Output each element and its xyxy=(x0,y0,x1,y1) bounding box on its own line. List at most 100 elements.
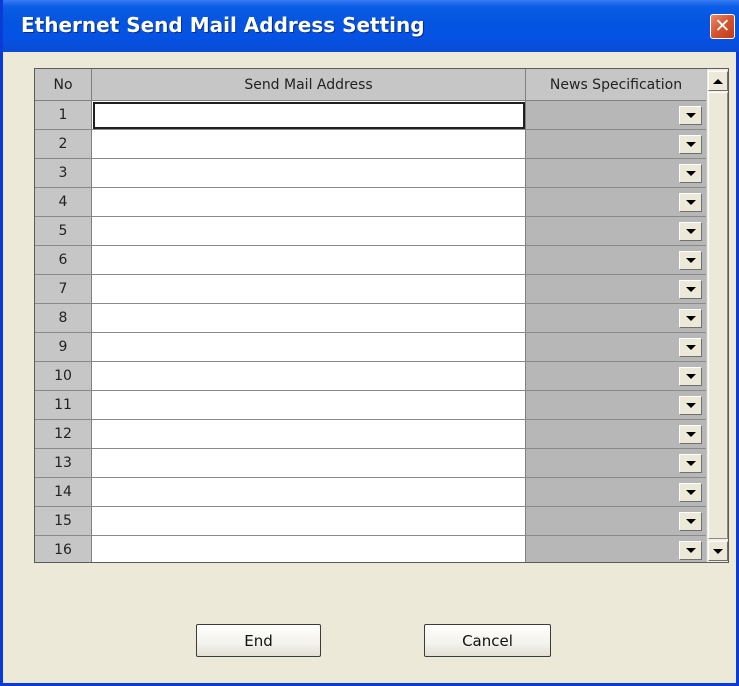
dropdown-button[interactable] xyxy=(679,483,702,502)
send-mail-address-cell[interactable] xyxy=(92,130,526,159)
dropdown-button[interactable] xyxy=(679,106,702,125)
column-header-news-specification[interactable]: News Specification xyxy=(526,69,706,100)
chevron-down-icon xyxy=(685,200,696,205)
table-row: 7 xyxy=(35,275,706,304)
news-specification-dropdown[interactable] xyxy=(526,362,706,391)
row-number-cell: 13 xyxy=(35,449,92,478)
row-number-cell: 12 xyxy=(35,420,92,449)
table-row: 10 xyxy=(35,362,706,391)
row-number-cell: 4 xyxy=(35,188,92,217)
news-specification-dropdown[interactable] xyxy=(526,101,706,130)
chevron-down-icon xyxy=(685,432,696,437)
row-number-cell: 3 xyxy=(35,159,92,188)
dropdown-button[interactable] xyxy=(679,338,702,357)
chevron-down-icon xyxy=(685,171,696,176)
close-button[interactable]: ✕ xyxy=(710,14,735,39)
news-specification-dropdown[interactable] xyxy=(526,275,706,304)
scroll-up-icon xyxy=(713,78,723,84)
table-row: 9 xyxy=(35,333,706,362)
send-mail-address-cell[interactable] xyxy=(92,188,526,217)
news-specification-dropdown[interactable] xyxy=(526,188,706,217)
row-number-cell: 11 xyxy=(35,391,92,420)
news-specification-dropdown[interactable] xyxy=(526,333,706,362)
send-mail-address-cell[interactable] xyxy=(92,449,526,478)
scroll-thumb[interactable] xyxy=(708,92,728,539)
title-bar[interactable]: Ethernet Send Mail Address Setting ✕ xyxy=(3,0,739,52)
news-specification-dropdown[interactable] xyxy=(526,130,706,159)
scroll-up-button[interactable] xyxy=(708,71,728,91)
column-header-no[interactable]: No xyxy=(35,69,92,100)
dropdown-button[interactable] xyxy=(679,396,702,415)
news-specification-dropdown[interactable] xyxy=(526,536,706,562)
send-mail-address-cell[interactable] xyxy=(92,159,526,188)
send-mail-address-cell[interactable] xyxy=(92,246,526,275)
table-row: 1 xyxy=(35,101,706,130)
table-row: 14 xyxy=(35,478,706,507)
dropdown-button[interactable] xyxy=(679,541,702,560)
table-row: 6 xyxy=(35,246,706,275)
scroll-down-button[interactable] xyxy=(708,541,728,561)
dropdown-button[interactable] xyxy=(679,193,702,212)
send-mail-address-cell[interactable] xyxy=(92,391,526,420)
row-number-cell: 15 xyxy=(35,507,92,536)
chevron-down-icon xyxy=(685,258,696,263)
column-header-send-mail-address[interactable]: Send Mail Address xyxy=(92,69,526,100)
send-mail-address-cell[interactable] xyxy=(92,275,526,304)
row-number-cell: 6 xyxy=(35,246,92,275)
news-specification-dropdown[interactable] xyxy=(526,217,706,246)
table-row: 3 xyxy=(35,159,706,188)
send-mail-address-cell[interactable] xyxy=(92,304,526,333)
news-specification-dropdown[interactable] xyxy=(526,478,706,507)
chevron-down-icon xyxy=(685,229,696,234)
send-mail-address-cell[interactable] xyxy=(92,333,526,362)
chevron-down-icon xyxy=(685,142,696,147)
send-mail-address-cell[interactable] xyxy=(92,478,526,507)
dropdown-button[interactable] xyxy=(679,512,702,531)
chevron-down-icon xyxy=(685,345,696,350)
row-number-cell: 5 xyxy=(35,217,92,246)
send-mail-address-cell[interactable] xyxy=(92,217,526,246)
scroll-down-icon xyxy=(713,548,723,554)
news-specification-dropdown[interactable] xyxy=(526,304,706,333)
vertical-scrollbar[interactable] xyxy=(706,69,728,562)
table-row: 5 xyxy=(35,217,706,246)
dropdown-button[interactable] xyxy=(679,425,702,444)
dropdown-button[interactable] xyxy=(679,222,702,241)
chevron-down-icon xyxy=(685,548,696,553)
send-mail-address-cell[interactable] xyxy=(92,101,526,130)
news-specification-dropdown[interactable] xyxy=(526,507,706,536)
table-row: 2 xyxy=(35,130,706,159)
row-number-cell: 7 xyxy=(35,275,92,304)
row-number-cell: 2 xyxy=(35,130,92,159)
row-number-cell: 16 xyxy=(35,536,92,562)
chevron-down-icon xyxy=(685,461,696,466)
row-number-cell: 14 xyxy=(35,478,92,507)
chevron-down-icon xyxy=(685,316,696,321)
news-specification-dropdown[interactable] xyxy=(526,449,706,478)
cancel-button[interactable]: Cancel xyxy=(424,624,551,657)
table-row: 8 xyxy=(35,304,706,333)
table-row: 16 xyxy=(35,536,706,562)
send-mail-address-cell[interactable] xyxy=(92,420,526,449)
send-mail-address-cell[interactable] xyxy=(92,536,526,562)
row-number-cell: 10 xyxy=(35,362,92,391)
news-specification-dropdown[interactable] xyxy=(526,159,706,188)
end-button[interactable]: End xyxy=(196,624,321,657)
dropdown-button[interactable] xyxy=(679,309,702,328)
send-mail-address-cell[interactable] xyxy=(92,362,526,391)
chevron-down-icon xyxy=(685,490,696,495)
dropdown-button[interactable] xyxy=(679,367,702,386)
news-specification-dropdown[interactable] xyxy=(526,420,706,449)
dropdown-button[interactable] xyxy=(679,454,702,473)
news-specification-dropdown[interactable] xyxy=(526,246,706,275)
window-title: Ethernet Send Mail Address Setting xyxy=(21,13,425,37)
news-specification-dropdown[interactable] xyxy=(526,391,706,420)
chevron-down-icon xyxy=(685,403,696,408)
dropdown-button[interactable] xyxy=(679,164,702,183)
dropdown-button[interactable] xyxy=(679,135,702,154)
dropdown-button[interactable] xyxy=(679,251,702,270)
send-mail-address-cell[interactable] xyxy=(92,507,526,536)
close-icon: ✕ xyxy=(714,15,731,37)
grid-header: No Send Mail Address News Specification xyxy=(35,69,706,101)
dropdown-button[interactable] xyxy=(679,280,702,299)
